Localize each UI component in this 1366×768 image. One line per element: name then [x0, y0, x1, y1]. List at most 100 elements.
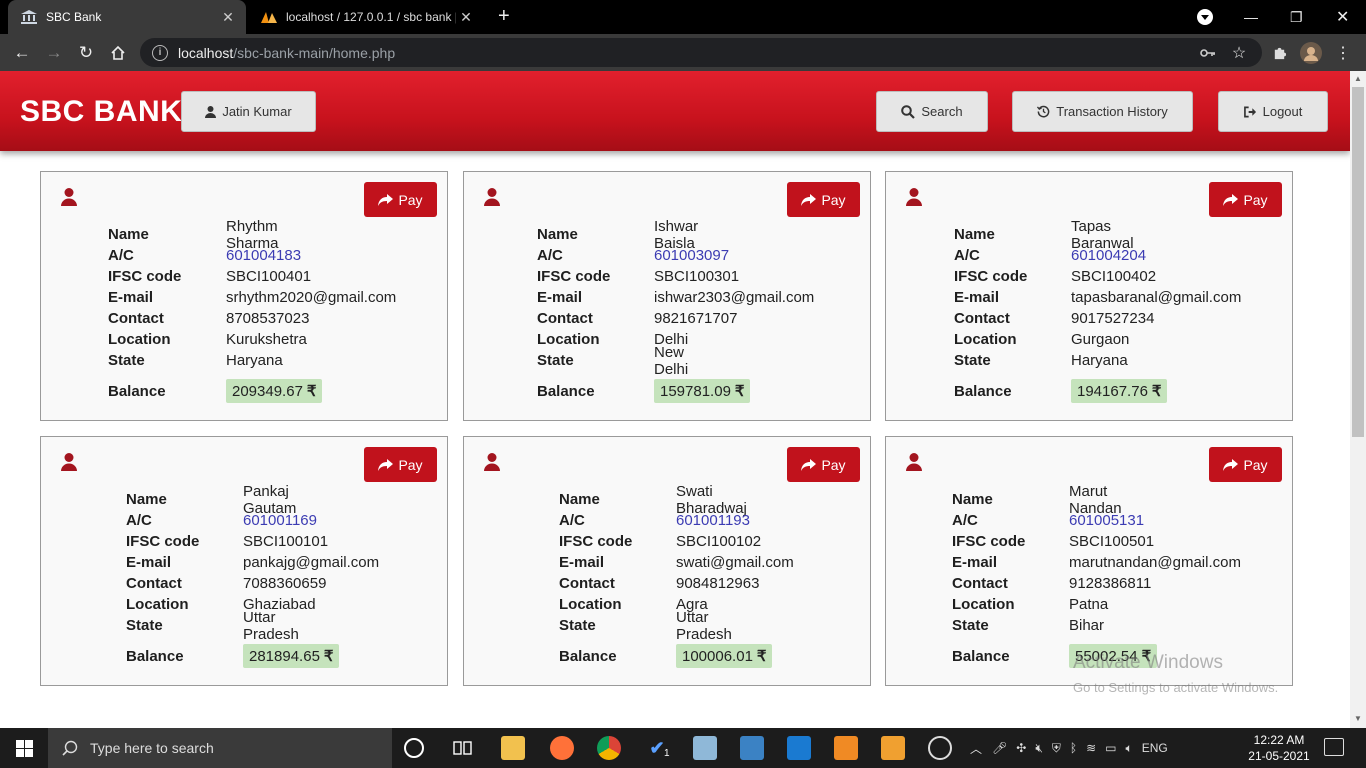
mute-icon[interactable]: 🔇︎: [1035, 741, 1043, 756]
close-tab-icon[interactable]: ✕: [218, 9, 238, 26]
ac-value[interactable]: 601001193: [676, 512, 750, 529]
profile-menu-icon[interactable]: [1196, 0, 1214, 34]
new-tab-icon[interactable]: +: [498, 5, 510, 27]
detail-row-name: Name Tapas Baranwal: [954, 218, 1134, 252]
forward-icon[interactable]: →: [43, 42, 65, 64]
balance-badge: 209349.67 ₹: [226, 379, 323, 403]
close-window-icon[interactable]: ✕: [1336, 0, 1349, 34]
address-bar[interactable]: i localhost/sbc-bank-main/home.php: [140, 38, 1262, 67]
user-icon: [906, 188, 922, 211]
state-label: State: [126, 617, 163, 634]
tab-phpmyadmin[interactable]: localhost / 127.0.0.1 / sbc bank | ✕: [248, 0, 484, 34]
balance-label: Balance: [537, 382, 595, 400]
editor-app-icon[interactable]: [740, 736, 764, 760]
scroll-up-icon[interactable]: ▲: [1354, 74, 1362, 83]
contact-value: 9084812963: [676, 575, 760, 592]
detail-row-balance: Balance 194167.76 ₹: [954, 377, 1168, 405]
page-scrollbar[interactable]: ▲ ▼: [1350, 71, 1366, 728]
browser-tab-bar: SBC Bank ✕ localhost / 127.0.0.1 / sbc b…: [0, 0, 1366, 34]
pay-button[interactable]: Pay: [1209, 447, 1282, 482]
search-icon: [62, 740, 78, 756]
taskbar-clock[interactable]: 12:22 AM 21-05-2021: [1248, 732, 1310, 764]
ifsc-value: SBCI100501: [1069, 533, 1155, 550]
ac-value[interactable]: 601001169: [243, 512, 317, 529]
customer-details: Name Swati Bharadwaj A/C 601001193 IFSC code…: [559, 483, 794, 670]
detail-row-ac: A/C 601003097: [537, 245, 729, 266]
profile-avatar[interactable]: [1300, 42, 1322, 64]
firefox-icon[interactable]: [550, 736, 574, 760]
detail-row-ifsc: IFSC code SBCI100301: [537, 266, 739, 287]
contact-label: Contact: [952, 575, 1008, 592]
xampp-icon[interactable]: [834, 736, 858, 760]
browser-menu-icon[interactable]: ⋮: [1332, 42, 1354, 64]
file-explorer-icon[interactable]: [501, 736, 525, 760]
chrome-icon[interactable]: [597, 736, 621, 760]
customer-card: Pay Name Ishwar Baisla A/C 601003097 IFSC cod…: [463, 171, 871, 421]
pay-button[interactable]: Pay: [787, 447, 860, 482]
detail-row-contact: Contact 9017527234: [954, 308, 1154, 329]
windows-start-icon[interactable]: [0, 728, 48, 768]
transaction-history-button[interactable]: Transaction History: [1012, 91, 1193, 132]
logout-button[interactable]: Logout: [1218, 91, 1328, 132]
notes-app-icon[interactable]: [881, 736, 905, 760]
detail-row-name: Name Pankaj Gautam: [126, 483, 296, 517]
extensions-icon[interactable]: [1268, 42, 1290, 64]
email-label: E-mail: [952, 554, 998, 571]
contact-value: 9821671707: [654, 310, 738, 327]
user-profile-button[interactable]: Jatin Kumar: [181, 91, 316, 132]
ac-value[interactable]: 601004204: [1071, 247, 1146, 264]
close-tab-icon[interactable]: ✕: [456, 9, 476, 26]
ac-value[interactable]: 601004183: [226, 247, 301, 264]
bluetooth-icon[interactable]: ᛒ: [1070, 741, 1077, 755]
taskbar-search-input[interactable]: Type here to search: [48, 728, 392, 768]
ifsc-label: IFSC code: [952, 533, 1026, 550]
info-icon[interactable]: i: [152, 44, 168, 61]
detail-row-email: E-mail pankajg@gmail.com: [126, 552, 379, 573]
home-icon[interactable]: [107, 42, 129, 64]
user-icon: [205, 105, 217, 118]
search-button[interactable]: Search: [876, 91, 988, 132]
pay-button[interactable]: Pay: [787, 182, 860, 217]
obs-icon[interactable]: [928, 736, 952, 760]
page-viewport: SBC BANK Jatin Kumar Search Transaction …: [0, 71, 1350, 728]
ac-value[interactable]: 601005131: [1069, 512, 1144, 529]
battery-icon[interactable]: ▭: [1105, 741, 1116, 755]
restore-icon[interactable]: ❐: [1290, 0, 1303, 34]
key-icon[interactable]: [1197, 42, 1219, 64]
scroll-down-icon[interactable]: ▼: [1354, 714, 1362, 723]
pay-button[interactable]: Pay: [1209, 182, 1282, 217]
reload-icon[interactable]: ↻: [75, 42, 97, 64]
back-icon[interactable]: ←: [11, 42, 33, 64]
detail-row-ac: A/C 601001193: [559, 510, 750, 531]
site-header: SBC BANK Jatin Kumar Search Transaction …: [0, 71, 1350, 151]
network-status-icon[interactable]: ✣: [1016, 741, 1026, 755]
state-label: State: [952, 617, 989, 634]
microphone-icon[interactable]: 🎤︎: [992, 741, 1007, 755]
input-language[interactable]: ENG: [1142, 741, 1168, 755]
detail-row-balance: Balance 281894.65 ₹: [126, 642, 340, 670]
bookmark-star-icon[interactable]: ☆: [1228, 42, 1250, 64]
detail-row-ifsc: IFSC code SBCI100402: [954, 266, 1156, 287]
volume-icon[interactable]: 🔈︎: [1126, 741, 1133, 756]
contact-value: 9128386811: [1069, 575, 1152, 592]
pay-button[interactable]: Pay: [364, 182, 437, 217]
notepad-app-icon[interactable]: [693, 736, 717, 760]
minimize-icon[interactable]: —: [1244, 0, 1258, 34]
email-value: srhythm2020@gmail.com: [226, 289, 397, 306]
notifications-icon[interactable]: [1324, 738, 1344, 756]
show-hidden-icons-icon[interactable]: ︿: [970, 740, 982, 757]
cortana-icon[interactable]: [404, 738, 424, 758]
task-view-icon[interactable]: [451, 736, 475, 760]
tab-sbc-bank[interactable]: SBC Bank ✕: [8, 0, 246, 34]
ac-value[interactable]: 601003097: [654, 247, 729, 264]
scrollbar-thumb[interactable]: [1352, 87, 1364, 437]
pay-button[interactable]: Pay: [364, 447, 437, 482]
wifi-icon[interactable]: ≋: [1086, 741, 1096, 755]
detail-row-location: Location Patna: [952, 594, 1108, 615]
share-arrow-icon: [801, 193, 817, 206]
name-label: Name: [108, 226, 149, 243]
security-icon[interactable]: ⛨: [1052, 741, 1061, 756]
state-value: Haryana: [1071, 352, 1128, 369]
detail-row-ac: A/C 601004204: [954, 245, 1146, 266]
vscode-icon[interactable]: [787, 736, 811, 760]
